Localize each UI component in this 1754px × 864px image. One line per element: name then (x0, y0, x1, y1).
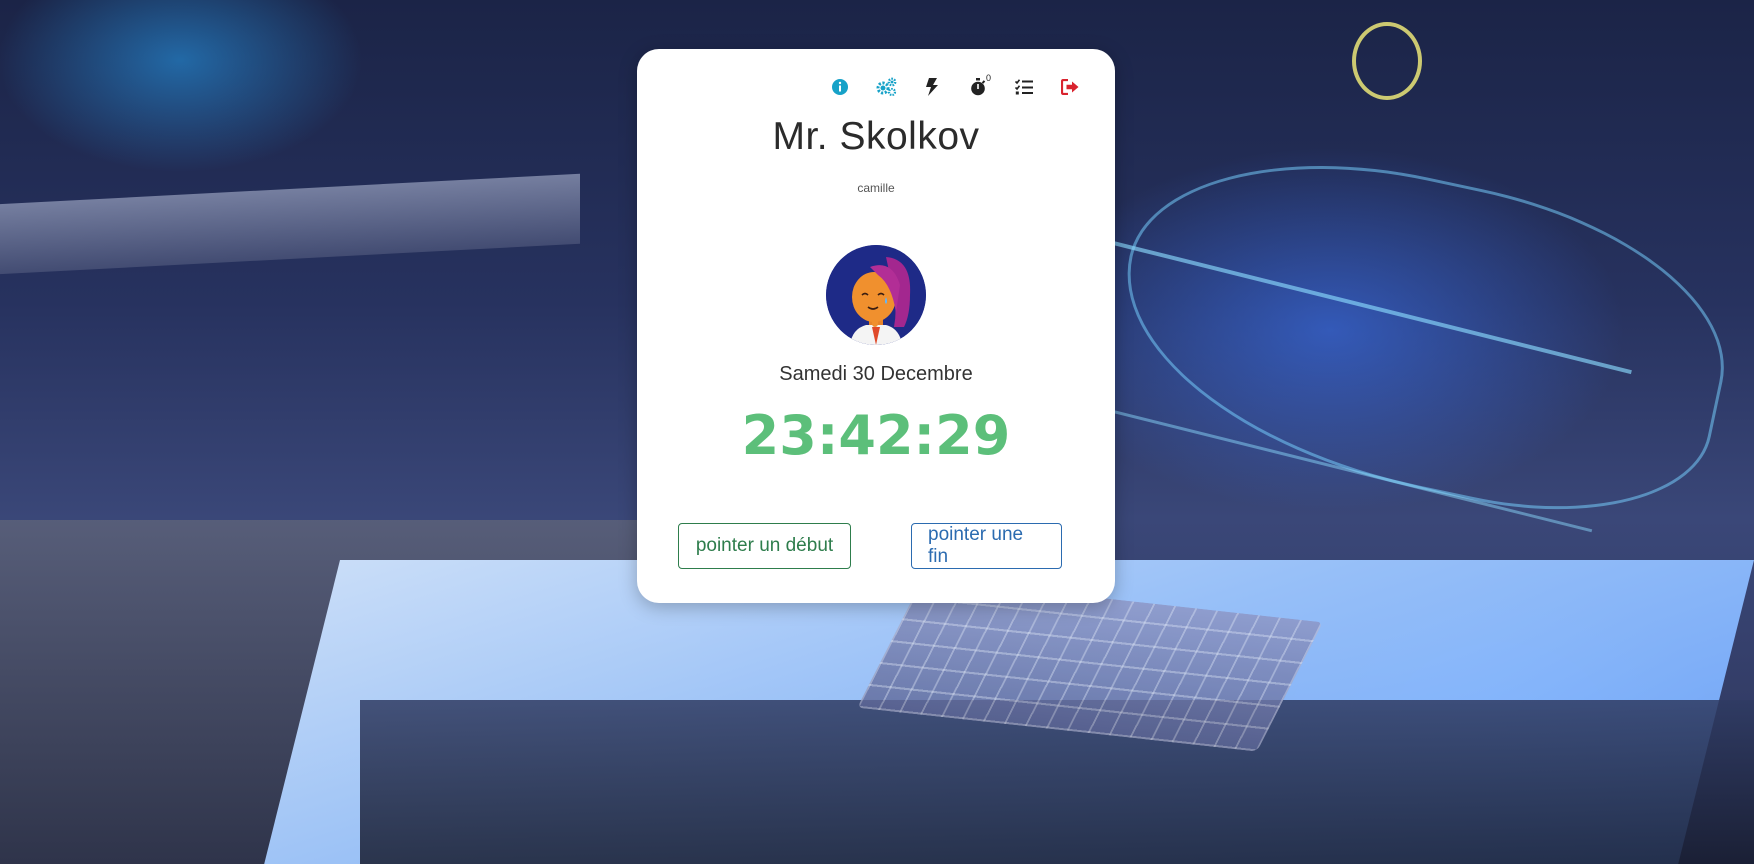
logout-button[interactable] (1047, 63, 1093, 111)
stopwatch-icon (971, 78, 986, 96)
avatar (826, 245, 926, 345)
timer-count-badge: 0 (985, 73, 991, 83)
clock-in-button[interactable]: pointer un début (678, 523, 851, 569)
tasks-button[interactable] (1001, 63, 1047, 111)
timer-button[interactable]: 0 (955, 63, 1001, 111)
bg-desk (0, 173, 580, 277)
sign-out-icon (1061, 79, 1079, 95)
bolt-icon (926, 78, 938, 96)
username-label: camille (857, 181, 895, 195)
info-icon (832, 79, 848, 95)
bg-neon-sign (1352, 22, 1422, 100)
actions-button[interactable] (909, 63, 955, 111)
time-clock-card: 0 Mr. Skolkov camille Samedi 30 Decembre… (637, 49, 1115, 603)
current-time: 23:42:29 (741, 404, 1011, 467)
woman-avatar-icon (826, 245, 926, 345)
gears-icon (876, 77, 897, 97)
settings-button[interactable] (863, 63, 909, 111)
info-button[interactable] (817, 63, 863, 111)
toolbar: 0 (817, 63, 1093, 111)
current-date: Samedi 30 Decembre (779, 363, 973, 385)
user-display-name: Mr. Skolkov (772, 115, 980, 158)
clock-out-button[interactable]: pointer une fin (911, 523, 1062, 569)
tasks-icon (1015, 79, 1033, 95)
